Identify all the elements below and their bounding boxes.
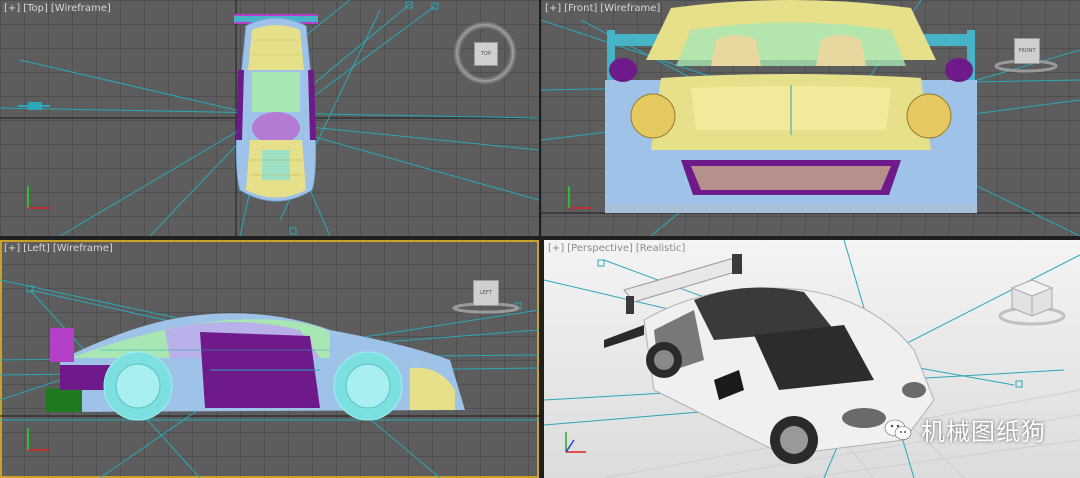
viewport-top-label[interactable]: [+] [Top] [Wireframe] [4,3,114,14]
viewcube-face[interactable]: FRONT [1014,38,1040,64]
view-name[interactable]: [Front] [564,3,597,14]
watermark: 机械图纸狗 [883,412,1046,447]
viewport-top[interactable]: [+] [Top] [Wireframe] TOP [0,0,539,236]
watermark-text: 机械图纸狗 [921,418,1046,446]
viewport-layout: [+] [Top] [Wireframe] TOP [+] [Front] [W… [0,0,1080,478]
viewcube-left[interactable]: LEFT [448,276,524,316]
viewport-menu-button[interactable]: [+] [4,3,20,14]
wechat-icon [884,419,912,440]
viewport-left-label[interactable]: [+] [Left] [Wireframe] [4,243,116,254]
viewcube-face[interactable]: TOP [474,42,498,66]
viewport-front-label[interactable]: [+] [Front] [Wireframe] [545,3,663,14]
shading-mode[interactable]: [Realistic] [636,243,686,254]
viewport-menu-button[interactable]: [+] [4,243,20,254]
shading-mode[interactable]: [Wireframe] [600,3,660,14]
view-name[interactable]: [Left] [23,243,50,254]
axis-gizmo-left [27,428,50,451]
viewport-front[interactable]: [+] [Front] [Wireframe] FRONT [541,0,1080,236]
shading-mode[interactable]: [Wireframe] [51,3,111,14]
viewcube-perspective[interactable] [996,274,1068,330]
viewcube-top[interactable]: TOP [452,20,518,86]
shading-mode[interactable]: [Wireframe] [53,243,113,254]
viewcube-3d [998,279,1066,326]
car-top-wireframe [234,14,318,202]
axis-gizmo-perspective [565,432,586,453]
axis-gizmo-front [568,186,591,209]
viewcube-face[interactable]: LEFT [473,280,499,306]
car-side-wireframe [46,313,465,421]
viewport-menu-button[interactable]: [+] [548,243,564,254]
car-front-wireframe [605,0,977,213]
view-name[interactable]: [Top] [23,3,48,14]
viewcube-front[interactable]: FRONT [991,30,1061,80]
viewport-menu-button[interactable]: [+] [545,3,561,14]
view-name[interactable]: [Perspective] [567,243,633,254]
viewport-perspective-label[interactable]: [+] [Perspective] [Realistic] [548,243,688,254]
axis-gizmo-top [27,186,50,209]
viewport-left[interactable]: [+] [Left] [Wireframe] LEFT [0,240,539,478]
